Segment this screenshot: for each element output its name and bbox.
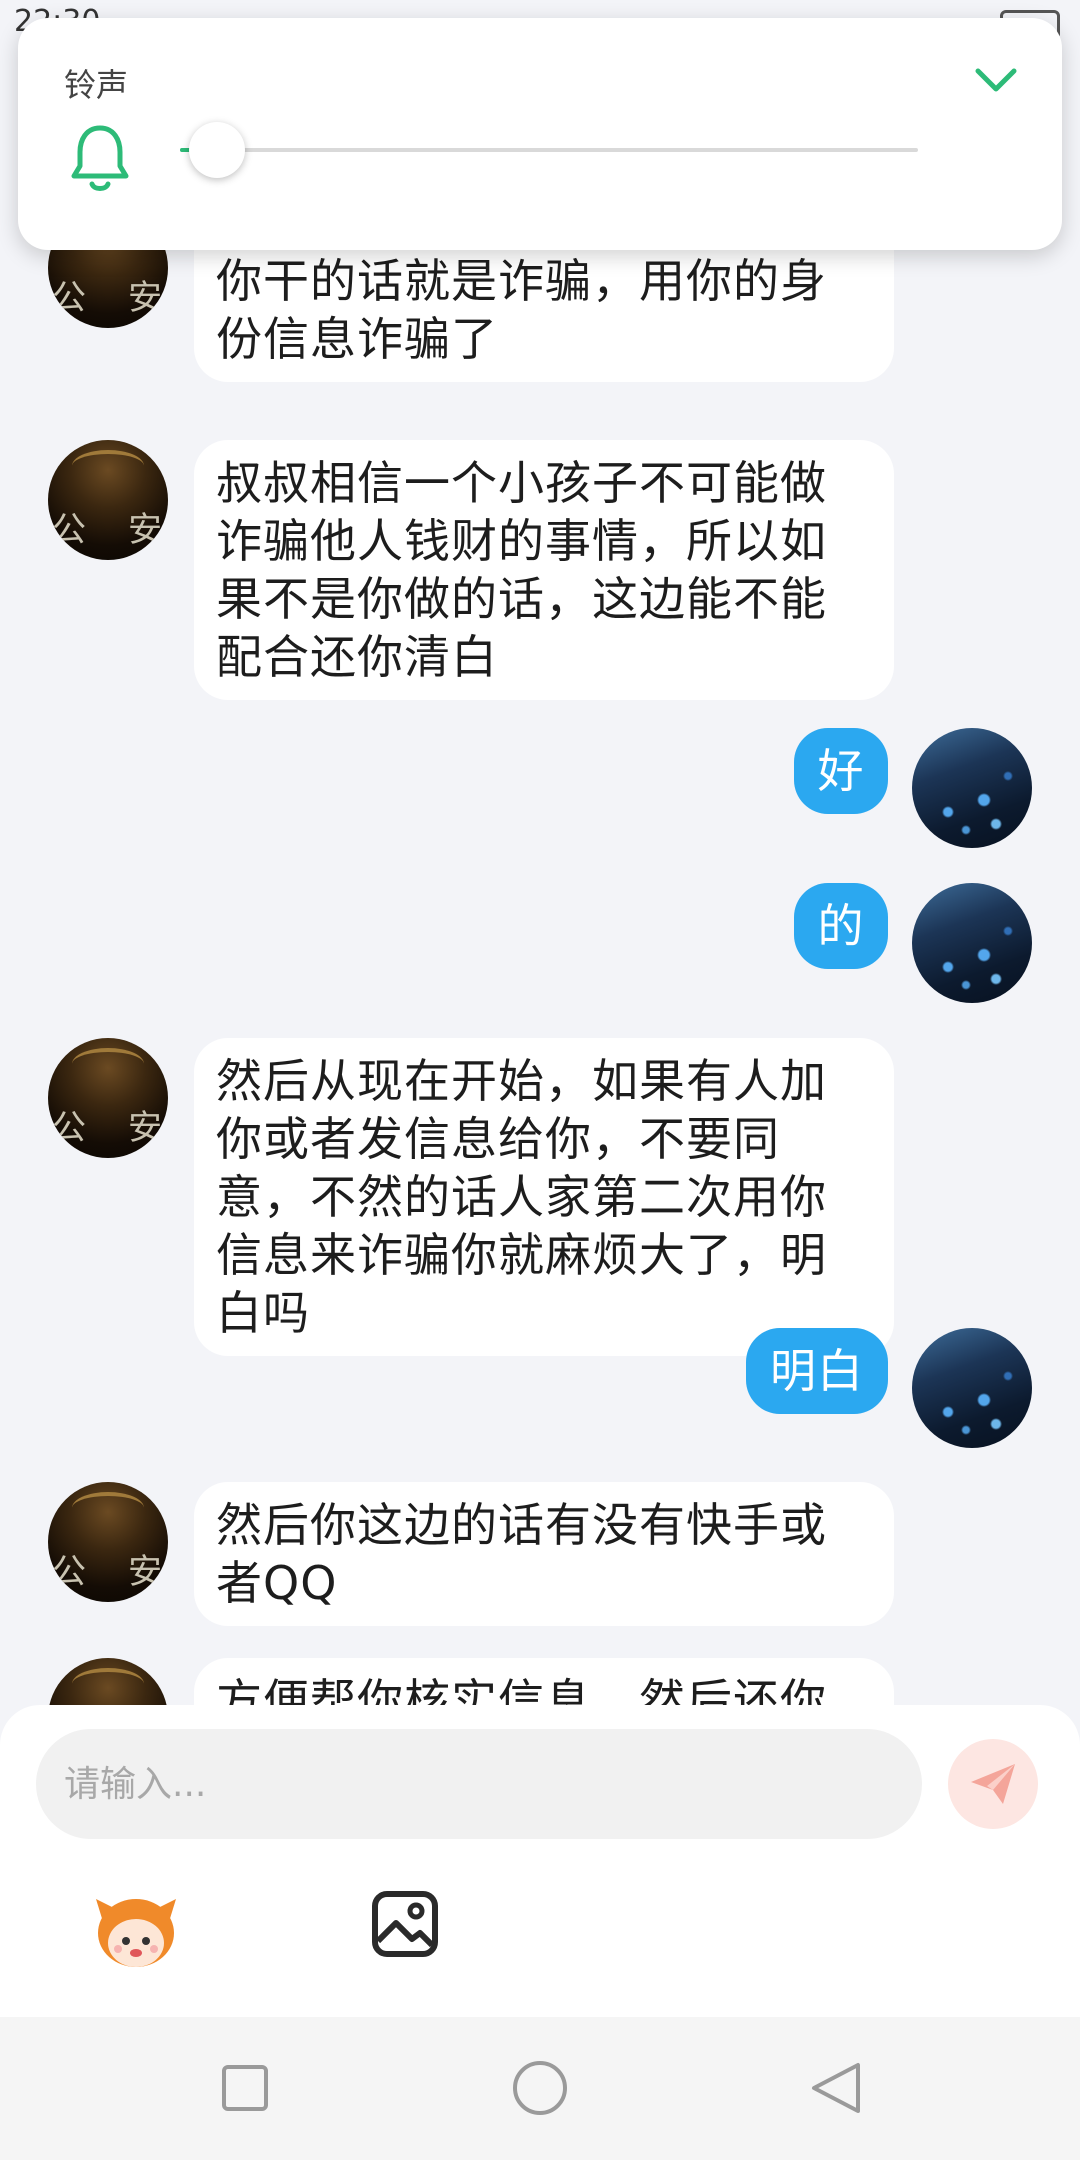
user-avatar[interactable] (912, 883, 1032, 1003)
contact-avatar[interactable]: 公安 (48, 1482, 168, 1602)
chat-area[interactable]: 公安 我跟你说，如果这个事情不是你干的话就是诈骗，用你的身份信息诈骗了 公安 叔… (0, 200, 1080, 1705)
message-input[interactable] (36, 1729, 922, 1839)
chevron-down-icon[interactable] (966, 56, 1026, 106)
user-avatar[interactable] (912, 1328, 1032, 1448)
square-icon[interactable] (210, 2053, 280, 2123)
triangle-back-icon[interactable] (800, 2053, 870, 2123)
contact-avatar[interactable]: 公安 (48, 1658, 168, 1705)
message-bubble-outgoing[interactable]: 好 (794, 728, 888, 814)
volume-slider[interactable] (180, 122, 918, 178)
message-bubble-outgoing[interactable]: 明白 (746, 1328, 888, 1414)
system-nav-bar (0, 2017, 1080, 2160)
message-bubble-incoming[interactable]: 然后你这边的话有没有快手或者QQ (194, 1482, 894, 1626)
contact-avatar[interactable]: 公安 (48, 440, 168, 560)
volume-slider-thumb[interactable] (188, 122, 245, 178)
volume-panel: 铃声 (18, 18, 1062, 250)
user-avatar[interactable] (912, 728, 1032, 848)
message-bubble-incoming[interactable]: 然后从现在开始，如果有人加你或者发信息给你，不要同意，不然的话人家第二次用你信息… (194, 1038, 894, 1356)
image-icon[interactable] (370, 1889, 440, 1959)
message-bubble-incoming[interactable]: 方便帮你核实信息，然后还你清 (194, 1658, 894, 1705)
composer (0, 1705, 1080, 2017)
bell-icon[interactable] (68, 122, 132, 196)
contact-avatar[interactable]: 公安 (48, 1038, 168, 1158)
send-icon (971, 1764, 1015, 1804)
message-bubble-incoming[interactable]: 叔叔相信一个小孩子不可能做诈骗他人钱财的事情，所以如果不是你做的话，这边能不能配… (194, 440, 894, 700)
cartoon-face-icon[interactable] (90, 1885, 182, 1977)
send-button[interactable] (948, 1739, 1038, 1829)
volume-panel-title: 铃声 (64, 66, 129, 104)
message-bubble-outgoing[interactable]: 的 (794, 883, 888, 969)
circle-icon[interactable] (505, 2053, 575, 2123)
